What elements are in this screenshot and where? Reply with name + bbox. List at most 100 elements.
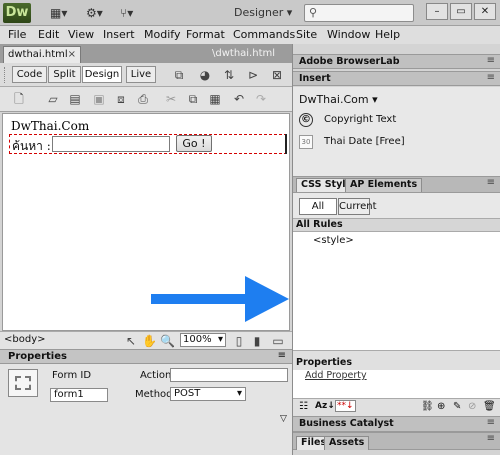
css-mode-bar: All Current [293, 193, 500, 218]
action-field[interactable] [170, 368, 288, 382]
new-document-icon[interactable]: 🗋 [10, 91, 28, 107]
menu-commands[interactable]: Commands [233, 28, 295, 41]
insert-panel: DwThai.Com ▾ © Copyright Text 30 Thai Da… [293, 87, 500, 176]
css-rules-list[interactable]: <style> [293, 232, 500, 350]
show-set-properties-icon[interactable]: **↓ [335, 400, 356, 412]
search-icon: ⚲ [309, 6, 318, 19]
document-tabs: dwthai.html × \dwthai.html [0, 44, 292, 63]
edit-rule-icon[interactable]: ✎ [453, 401, 461, 412]
paste-icon[interactable]: ▦ [206, 91, 224, 107]
tablet-size-icon[interactable]: ▮ [250, 333, 264, 349]
hand-tool-icon[interactable]: ✋ [142, 333, 157, 349]
site-icon[interactable]: ⑂▾ [120, 5, 133, 21]
save-all-icon[interactable]: ⧈ [112, 91, 130, 107]
css-all-button[interactable]: All [299, 198, 337, 215]
menu-format[interactable]: Format [186, 28, 225, 41]
form-id-label: Form ID [52, 370, 92, 381]
design-view-button[interactable]: Design [82, 66, 122, 83]
insert-copyright-text[interactable]: Copyright Text [324, 114, 396, 125]
right-panels: Adobe BrowserLab ≡ Insert ≡ DwThai.Com ▾ ©… [292, 44, 500, 455]
expand-icon[interactable]: ▽ [280, 414, 290, 424]
tab-assets[interactable]: Assets [324, 436, 370, 450]
search-input[interactable]: ⚲ [304, 4, 414, 22]
search-text-field[interactable] [52, 136, 170, 152]
print-icon[interactable]: ⎙ [134, 91, 152, 107]
design-view[interactable]: DwThai.Com ค้นหา : Go ! [2, 113, 290, 331]
menu-insert[interactable]: Insert [103, 28, 135, 41]
show-alpha-view-icon[interactable]: Az↓ [315, 401, 335, 411]
code-view-button[interactable]: Code [12, 66, 47, 83]
files-panel-tabs: Files Assets ≡ [293, 432, 500, 450]
method-select[interactable]: POST ▾ [170, 387, 246, 401]
save-icon[interactable]: ▣ [90, 91, 108, 107]
insert-thai-date[interactable]: Thai Date [Free] [324, 136, 405, 147]
form-id-field[interactable]: form1 [50, 388, 108, 402]
panel-menu-icon[interactable]: ≡ [278, 350, 286, 361]
tab-ap-elements[interactable]: AP Elements [345, 178, 423, 192]
menu-view[interactable]: View [68, 28, 94, 41]
copy-icon[interactable]: ⧉ [184, 91, 202, 107]
browse-bridge-icon[interactable]: ▤ [66, 91, 84, 107]
action-label: Action [140, 370, 172, 381]
close-tab-icon[interactable]: × [68, 47, 76, 62]
search-form[interactable]: ค้นหา : Go ! [9, 134, 287, 154]
search-label: ค้นหา : [12, 139, 51, 153]
multiscreen-icon[interactable]: ⧉ [170, 67, 188, 83]
css-properties-list: Add Property [293, 370, 500, 398]
zoom-select[interactable]: 100% ▾ [180, 333, 226, 347]
page-heading: DwThai.Com [11, 119, 90, 133]
go-button[interactable]: Go ! [176, 135, 212, 152]
menu-help[interactable]: Help [375, 28, 400, 41]
business-catalyst-header[interactable]: Business Catalyst ≡ [293, 416, 500, 432]
desktop-size-icon[interactable]: ▭ [270, 333, 286, 349]
attach-stylesheet-icon[interactable]: ⛓ [421, 401, 434, 412]
disable-property-icon[interactable]: ⊘ [468, 401, 476, 412]
maximize-button[interactable]: ▭ [450, 3, 472, 20]
menu-window[interactable]: Window [327, 28, 370, 41]
split-view-button[interactable]: Split [48, 66, 81, 83]
insert-panel-header[interactable]: Insert ≡ [293, 71, 500, 86]
undo-icon[interactable]: ↶ [230, 91, 248, 107]
zoom-tool-icon[interactable]: 🔍 [160, 333, 175, 349]
live-view-button[interactable]: Live [126, 66, 156, 83]
select-tool-icon[interactable]: ↖ [124, 333, 138, 349]
css-panel-tabs: CSS Styles AP Elements ≡ [293, 176, 500, 193]
open-icon[interactable]: ▱ [44, 91, 62, 107]
properties-header[interactable]: Properties ≡ [0, 349, 292, 364]
mobile-size-icon[interactable]: ▯ [232, 333, 246, 349]
visual-aids-icon[interactable]: ⊳ [244, 67, 262, 83]
add-property-link[interactable]: Add Property [305, 370, 367, 381]
all-rules-header: All Rules [293, 218, 500, 232]
cut-icon[interactable]: ✂ [162, 91, 180, 107]
show-category-view-icon[interactable]: ☷ [299, 401, 308, 412]
rule-style[interactable]: <style> [313, 235, 354, 246]
arrow-head [245, 276, 289, 322]
file-management-icon[interactable]: ⇅ [220, 67, 238, 83]
menu-site[interactable]: Site [296, 28, 317, 41]
dreamweaver-logo: Dw [3, 3, 31, 23]
css-current-button[interactable]: Current [338, 198, 377, 215]
close-button[interactable]: ✕ [474, 3, 496, 20]
tab-dwthai-html[interactable]: dwthai.html × [3, 46, 81, 63]
status-bar: <body> ↖ ✋ 🔍 100% ▾ ▯ ▮ ▭ [0, 331, 292, 349]
browser-preview-icon[interactable]: ◕ [196, 67, 214, 83]
blue-arrow-annotation [151, 276, 289, 322]
menu-file[interactable]: File [8, 28, 26, 41]
minimize-button[interactable]: – [426, 3, 448, 20]
browserlab-panel-header[interactable]: Adobe BrowserLab ≡ [293, 54, 500, 69]
form-edge-marker [285, 134, 287, 154]
layout-icon[interactable]: ▦▾ [50, 5, 67, 21]
standard-toolbar: 🗋 ▱ ▤ ▣ ⧈ ⎙ ✂ ⧉ ▦ ↶ ↷ [0, 87, 292, 112]
gear-icon[interactable]: ⚙▾ [86, 5, 103, 21]
insert-category-select[interactable]: DwThai.Com ▾ [299, 93, 378, 106]
delete-rule-icon[interactable]: 🗑 [483, 401, 496, 412]
menu-modify[interactable]: Modify [144, 28, 180, 41]
tag-selector[interactable]: <body> [4, 334, 46, 345]
menu-bar: File Edit View Insert Modify Format Comm… [0, 26, 500, 44]
workspace-switcher[interactable]: Designer ▾ [234, 6, 292, 19]
new-css-rule-icon[interactable]: ⊕ [437, 401, 445, 412]
css-properties-header: Properties [293, 356, 500, 370]
redo-icon[interactable]: ↷ [252, 91, 270, 107]
menu-edit[interactable]: Edit [38, 28, 59, 41]
check-page-icon[interactable]: ⊠ [268, 67, 286, 83]
